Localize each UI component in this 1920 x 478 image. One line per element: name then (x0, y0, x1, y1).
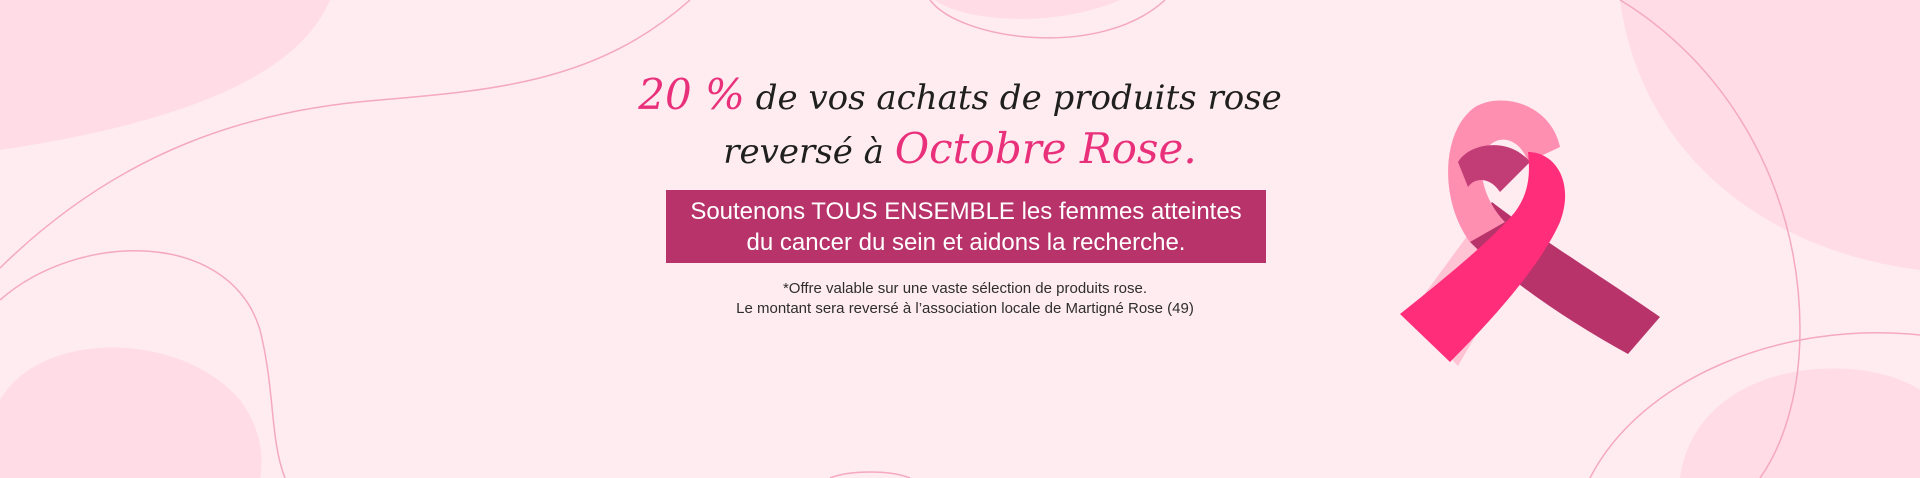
bottom-right-blob (1680, 368, 1920, 478)
headline-line-2-prefix: reversé à (723, 132, 895, 173)
banner-line-1: Soutenons TOUS ENSEMBLE les femmes attei… (690, 198, 1242, 225)
disclaimer-line-2: Le montant sera reversé à l’association … (736, 300, 1194, 317)
disclaimer-line-1: *Offre valable sur une vaste sélection d… (782, 280, 1148, 297)
ribbon-loop-front (1458, 145, 1530, 192)
top-center-blob (935, 0, 1120, 19)
headline-line-2-suffix: . (1183, 124, 1197, 174)
bottom-left-blob (0, 347, 262, 478)
support-banner: Soutenons TOUS ENSEMBLE les femmes attei… (666, 190, 1266, 263)
campaign-name-highlight: Octobre Rose (894, 124, 1184, 174)
headline-line-1: 20 % de vos achats de produits rose (560, 70, 1360, 120)
headline-line-1-text: de vos achats de produits rose (744, 78, 1282, 118)
curve-line-bottom-center (829, 471, 911, 478)
top-left-blob (0, 0, 330, 150)
promo-headline: 20 % de vos achats de produits rose reve… (560, 70, 1360, 175)
banner-line-2: du cancer du sein et aidons la recherche… (746, 229, 1186, 256)
offer-disclaimer: *Offre valable sur une vaste sélection d… (600, 279, 1330, 319)
headline-line-2: reversé à Octobre Rose. (560, 124, 1360, 174)
pink-awareness-ribbon-icon (1400, 100, 1660, 366)
discount-highlight: 20 % (638, 70, 745, 119)
